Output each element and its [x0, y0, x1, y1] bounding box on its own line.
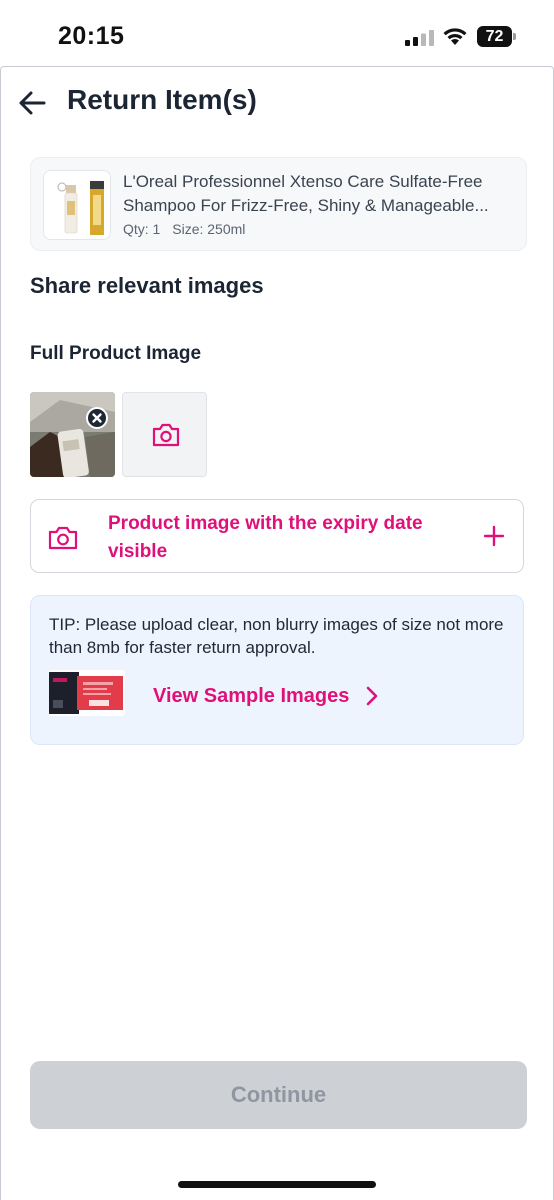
tip-text: TIP: Please upload clear, non blurry ima… — [49, 615, 504, 657]
page-title: Return Item(s) — [67, 84, 257, 115]
plus-icon[interactable] — [483, 525, 505, 547]
arrow-left-icon — [19, 91, 46, 115]
product-name-line-1: L'Oreal Professionnel Xtenso Care Sulfat… — [123, 172, 483, 191]
wifi-icon — [443, 28, 467, 45]
remove-image-button[interactable] — [86, 407, 108, 429]
product-name-line-2: Shampoo For Frizz-Free, Shiny & Manageab… — [123, 196, 489, 215]
expiry-date-image-row[interactable]: Product image with the expiry date visib… — [30, 499, 524, 573]
battery-icon: 72 — [477, 26, 517, 47]
home-indicator — [178, 1181, 376, 1188]
camera-icon — [48, 526, 78, 550]
camera-icon — [152, 423, 180, 447]
view-sample-images-link[interactable]: View Sample Images — [153, 685, 349, 708]
tip-box: TIP: Please upload clear, non blurry ima… — [30, 595, 524, 745]
sample-image-thumbnail[interactable] — [49, 670, 125, 716]
close-icon — [92, 413, 102, 423]
product-size: Size: 250ml — [172, 221, 246, 237]
status-bar: 20:15 72 — [0, 0, 554, 70]
chevron-right-icon[interactable] — [365, 686, 379, 706]
uploaded-photo — [30, 392, 115, 477]
expiry-date-image-label: Product image with the expiry date visib… — [108, 513, 423, 562]
battery-tip — [513, 33, 516, 40]
status-time: 20:15 — [58, 22, 125, 50]
product-meta: Qty: 1 Size: 250ml — [123, 221, 253, 237]
battery-level: 72 — [485, 28, 504, 45]
product-card: L'Oreal Professionnel Xtenso Care Sulfat… — [30, 157, 527, 251]
header: Return Item(s) — [0, 78, 554, 128]
cellular-signal-icon — [405, 30, 434, 46]
full-product-image-label: Full Product Image — [30, 343, 202, 364]
continue-button[interactable]: Continue — [30, 1061, 527, 1129]
product-name: L'Oreal Professionnel Xtenso Care Sulfat… — [123, 170, 515, 218]
sample-image — [49, 670, 125, 716]
product-qty: Qty: 1 — [123, 221, 161, 237]
uploaded-image-thumbnail[interactable] — [30, 392, 115, 477]
section-title: Share relevant images — [30, 273, 264, 298]
back-button[interactable] — [16, 88, 48, 118]
product-image — [44, 171, 110, 239]
add-photo-tile[interactable] — [122, 392, 207, 477]
product-thumbnail — [43, 170, 111, 240]
